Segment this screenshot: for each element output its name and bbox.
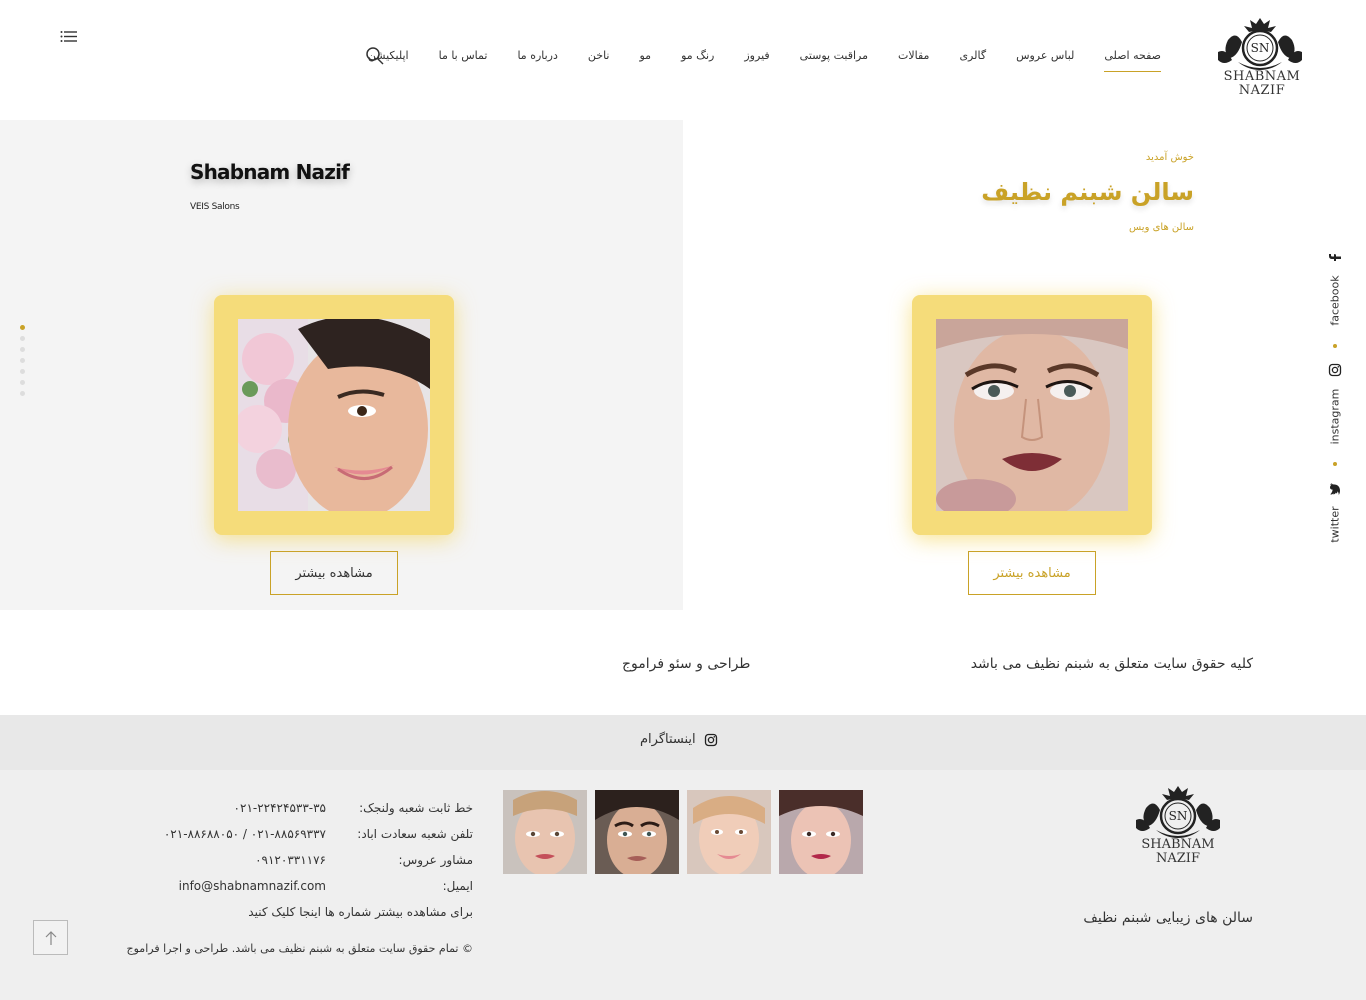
- slider-dot-3[interactable]: [20, 347, 25, 352]
- facebook-icon[interactable]: [1328, 250, 1342, 264]
- slider-dot-2[interactable]: [20, 336, 25, 341]
- nav-item-skin-care[interactable]: مراقبت پوستی: [785, 46, 883, 66]
- contact-row-valenjak: خط ثابت شعبه ولنجک: ۰۲۱-۲۲۴۲۴۵۳۳-۳۵: [113, 795, 473, 821]
- social-separator: [1333, 344, 1337, 348]
- salon-title: سالن شبنم نظیف: [981, 178, 1194, 206]
- contact-label: ایمیل:: [442, 879, 473, 893]
- nav-item-firooz[interactable]: فیروز: [729, 46, 784, 66]
- social-label-twitter[interactable]: twitter: [1329, 506, 1342, 542]
- social-label-instagram[interactable]: instagram: [1329, 389, 1342, 445]
- contact-phone-consultant[interactable]: ۰۹۱۲۰۳۳۱۱۷۶: [113, 853, 338, 867]
- hamburger-menu-icon[interactable]: [60, 30, 78, 44]
- scroll-to-top-button[interactable]: [33, 920, 68, 955]
- slider-dot-6[interactable]: [20, 380, 25, 385]
- contact-label: مشاور عروس:: [398, 853, 473, 867]
- social-links: facebook instagram twitter: [1322, 250, 1348, 550]
- slide-left-subtitle: VEIS Salons: [190, 202, 240, 212]
- slider-dot-5[interactable]: [20, 369, 25, 374]
- social-separator: [1333, 462, 1337, 466]
- portrait-frame-left[interactable]: [214, 295, 454, 535]
- svg-text:SN: SN: [1169, 809, 1188, 823]
- salon-subtitle: سالن های ویس: [1129, 222, 1194, 233]
- instagram-label: اینستاگرام: [640, 732, 696, 747]
- footer-tagline: سالن های زیبایی شبنم نظیف: [1083, 910, 1253, 926]
- instagram-thumbnails: [503, 790, 863, 874]
- site-header: SN SHABNAM NAZIF صفحه اصلی لباس عروس گال…: [0, 0, 1366, 120]
- slider-dot-7[interactable]: [20, 391, 25, 396]
- portrait-frame-right[interactable]: [912, 295, 1152, 535]
- main-nav: صفحه اصلی لباس عروس گالری مقالات مراقبت …: [353, 46, 1176, 72]
- brand-line-2: NAZIF: [1238, 83, 1286, 98]
- contact-phone-valenjak[interactable]: ۰۲۱-۲۲۴۲۴۵۳۳-۳۵: [113, 801, 338, 815]
- view-more-button-left[interactable]: مشاهده بیشتر: [270, 551, 398, 595]
- twitter-icon[interactable]: [1328, 482, 1342, 496]
- more-numbers-link[interactable]: برای مشاهده بیشتر شماره ها اینجا کلیک کن…: [113, 899, 473, 925]
- brand-line-1: SHABNAM: [1223, 69, 1301, 84]
- nav-item-about[interactable]: درباره ما: [502, 46, 572, 66]
- nav-item-hair-color[interactable]: رنگ مو: [666, 46, 729, 66]
- slider-dot-4[interactable]: [20, 358, 25, 363]
- contact-row-bride-consultant: مشاور عروس: ۰۹۱۲۰۳۳۱۱۷۶: [113, 847, 473, 873]
- view-more-button-right[interactable]: مشاهده بیشتر: [968, 551, 1096, 595]
- footer-brand-wordmark: SHABNAM NAZIF: [1130, 838, 1226, 866]
- nav-item-app[interactable]: اپلیکیشن: [353, 46, 424, 66]
- contact-email-link[interactable]: info@shabnamnazif.com: [113, 879, 338, 893]
- instagram-thumbnail-3[interactable]: [687, 790, 771, 874]
- contact-label: خط ثابت شعبه ولنجک:: [359, 801, 473, 815]
- nav-item-articles[interactable]: مقالات: [883, 46, 944, 66]
- contact-row-saadat-abad: تلفن شعبه سعادت اباد: ۰۲۱-۸۸۶۸۸۰۵۰ / ۰۲۱…: [113, 821, 473, 847]
- welcome-text: خوش آمدید: [1145, 152, 1194, 163]
- slider-dot-1[interactable]: [20, 325, 25, 330]
- slider-pagination: [20, 325, 25, 396]
- nav-item-contact[interactable]: تماس با ما: [424, 46, 503, 66]
- contact-label: تلفن شعبه سعادت اباد:: [357, 827, 473, 841]
- instagram-icon: [704, 733, 717, 746]
- footer-brand-line-2: NAZIF: [1156, 851, 1200, 866]
- contact-row-email: ایمیل: info@shabnamnazif.com: [113, 873, 473, 899]
- arrow-up-icon: [45, 930, 56, 945]
- social-label-facebook[interactable]: facebook: [1329, 275, 1342, 325]
- instagram-icon[interactable]: [1328, 363, 1342, 377]
- nav-item-gallery[interactable]: گالری: [944, 46, 1001, 66]
- search-icon[interactable]: [365, 46, 385, 66]
- model-photo-left: [238, 319, 430, 511]
- contact-phone-saadat-abad[interactable]: ۰۲۱-۸۸۶۸۸۰۵۰ / ۰۲۱-۸۸۵۶۹۳۳۷: [113, 827, 338, 841]
- footer-brand-line-1: SHABNAM: [1141, 837, 1215, 852]
- instagram-thumbnail-2[interactable]: [595, 790, 679, 874]
- footer-copyright: © تمام حقوق سایت متعلق به شبنم نظیف می ب…: [126, 942, 473, 955]
- brand-wordmark: SHABNAM NAZIF: [1212, 70, 1312, 98]
- instagram-link[interactable]: اینستاگرام: [640, 732, 718, 747]
- slide-left-title: Shabnam Nazif: [190, 160, 350, 184]
- nav-item-hair[interactable]: مو: [625, 46, 667, 66]
- footer-contact-info: خط ثابت شعبه ولنجک: ۰۲۱-۲۲۴۲۴۵۳۳-۳۵ تلفن…: [113, 795, 473, 925]
- site-rights-text: کلیه حقوق سایت متعلق به شبنم نظیف می باش…: [970, 656, 1253, 672]
- instagram-thumbnail-1[interactable]: [503, 790, 587, 874]
- model-photo-right: [936, 319, 1128, 511]
- designer-credit-link[interactable]: طراحی و سئو فراموج: [622, 656, 750, 672]
- svg-text:SN: SN: [1251, 41, 1270, 55]
- nav-item-home[interactable]: صفحه اصلی: [1089, 46, 1176, 72]
- instagram-thumbnail-4[interactable]: [779, 790, 863, 874]
- nav-item-wedding-dress[interactable]: لباس عروس: [1001, 46, 1089, 66]
- nav-item-nails[interactable]: ناخن: [573, 46, 625, 66]
